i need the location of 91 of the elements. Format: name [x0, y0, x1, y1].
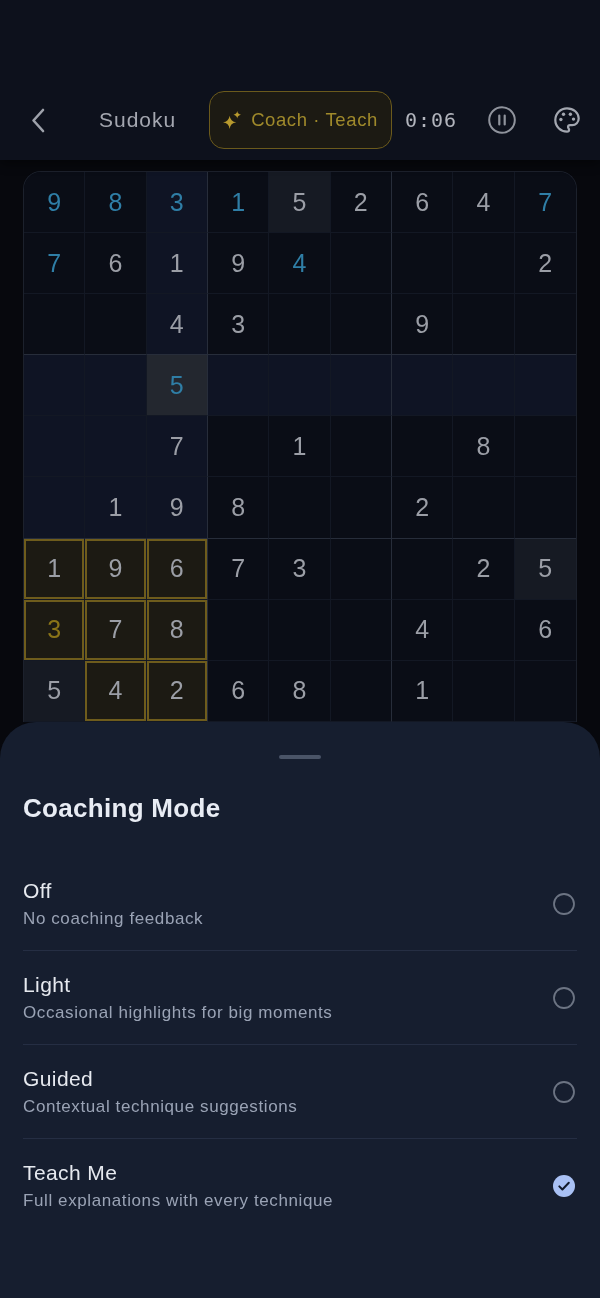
sudoku-cell[interactable]: 9 — [392, 294, 454, 356]
sudoku-cell[interactable] — [208, 416, 270, 478]
sudoku-cell[interactable] — [392, 416, 454, 478]
sudoku-cell[interactable]: 5 — [514, 538, 576, 600]
back-icon[interactable] — [31, 107, 45, 133]
sudoku-cell[interactable] — [269, 477, 331, 539]
sudoku-cell[interactable] — [330, 660, 392, 722]
sudoku-cell[interactable]: 6 — [208, 660, 270, 722]
sudoku-cell[interactable] — [453, 660, 515, 722]
coach-mode-button[interactable]: Coach · Teach — [209, 91, 392, 149]
option-description: No coaching feedback — [23, 907, 204, 930]
sudoku-cell[interactable]: 9 — [146, 477, 208, 539]
sudoku-cell[interactable]: 6 — [392, 172, 454, 234]
sparkles-icon — [223, 111, 242, 129]
sudoku-cell[interactable] — [453, 477, 515, 539]
sudoku-cell[interactable]: 4 — [269, 233, 331, 295]
sudoku-cell[interactable]: 1 — [85, 477, 147, 539]
sudoku-cell[interactable] — [24, 477, 86, 539]
sudoku-cell[interactable]: 1 — [208, 172, 270, 234]
sudoku-cell[interactable]: 4 — [453, 172, 515, 234]
screen-title: Sudoku — [99, 108, 177, 132]
sudoku-cell[interactable]: 4 — [146, 294, 208, 356]
sudoku-cell[interactable] — [453, 294, 515, 356]
sudoku-cell[interactable]: 9 — [85, 538, 147, 600]
sudoku-cell[interactable] — [330, 599, 392, 661]
sudoku-cell[interactable]: 4 — [85, 660, 147, 722]
sudoku-cell[interactable] — [208, 355, 270, 417]
sudoku-cell[interactable] — [85, 355, 147, 417]
sudoku-cell[interactable] — [269, 355, 331, 417]
sudoku-cell[interactable] — [330, 233, 392, 295]
sudoku-cell[interactable]: 7 — [24, 233, 86, 295]
sudoku-cell[interactable] — [24, 416, 86, 478]
game-timer: 0:06 — [405, 108, 458, 132]
pause-icon[interactable] — [488, 106, 516, 134]
sudoku-cell[interactable] — [24, 294, 86, 356]
sudoku-cell[interactable]: 7 — [208, 538, 270, 600]
sudoku-cell[interactable] — [330, 538, 392, 600]
option-title[interactable]: Guided — [23, 1065, 94, 1092]
sudoku-cell[interactable] — [85, 294, 147, 356]
sudoku-cell[interactable] — [330, 416, 392, 478]
sudoku-cell[interactable] — [330, 294, 392, 356]
sudoku-cell[interactable] — [453, 355, 515, 417]
option-description: Contextual technique suggestions — [23, 1095, 298, 1118]
sudoku-cell[interactable]: 8 — [453, 416, 515, 478]
drag-handle[interactable] — [279, 754, 321, 759]
sudoku-cell[interactable]: 2 — [392, 477, 454, 539]
sudoku-cell[interactable] — [392, 355, 454, 417]
sudoku-cell[interactable]: 3 — [146, 172, 208, 234]
sudoku-cell[interactable]: 7 — [85, 599, 147, 661]
option-description: Occasional highlights for big moments — [23, 1001, 333, 1024]
sudoku-cell[interactable]: 8 — [208, 477, 270, 539]
option-title[interactable]: Teach Me — [23, 1159, 118, 1186]
sudoku-cell[interactable]: 1 — [24, 538, 86, 600]
sudoku-cell[interactable]: 1 — [269, 416, 331, 478]
sudoku-cell[interactable]: 7 — [514, 172, 576, 234]
radio-unchecked-icon[interactable] — [553, 986, 575, 1009]
sudoku-cell[interactable] — [208, 599, 270, 661]
radio-unchecked-icon[interactable] — [553, 892, 575, 915]
palette-icon[interactable] — [554, 107, 580, 133]
sudoku-cell[interactable] — [24, 355, 86, 417]
option-title[interactable]: Off — [23, 877, 52, 904]
sudoku-cell[interactable]: 2 — [146, 660, 208, 722]
sudoku-cell[interactable]: 7 — [146, 416, 208, 478]
sudoku-cell[interactable]: 8 — [269, 660, 331, 722]
sudoku-cell[interactable]: 3 — [269, 538, 331, 600]
sudoku-cell[interactable]: 1 — [392, 660, 454, 722]
sudoku-cell[interactable]: 6 — [85, 233, 147, 295]
option-title[interactable]: Light — [23, 971, 71, 998]
sudoku-cell[interactable]: 9 — [208, 233, 270, 295]
sudoku-cell[interactable]: 3 — [24, 599, 86, 661]
sudoku-cell[interactable] — [330, 477, 392, 539]
sudoku-cell[interactable]: 6 — [146, 538, 208, 600]
sudoku-cell[interactable] — [392, 538, 454, 600]
sudoku-cell[interactable]: 1 — [146, 233, 208, 295]
sudoku-cell[interactable] — [330, 355, 392, 417]
sheet-title: Coaching Mode — [23, 792, 222, 823]
option-description: Full explanations with every technique — [23, 1189, 334, 1212]
sudoku-cell[interactable]: 2 — [453, 538, 515, 600]
sudoku-cell[interactable]: 9 — [24, 172, 86, 234]
sudoku-cell[interactable] — [392, 233, 454, 295]
radio-unchecked-icon[interactable] — [553, 1080, 575, 1103]
sudoku-cell[interactable]: 3 — [208, 294, 270, 356]
sudoku-cell[interactable]: 5 — [269, 172, 331, 234]
sudoku-cell[interactable]: 2 — [330, 172, 392, 234]
radio-checked-icon[interactable] — [553, 1174, 575, 1197]
sudoku-cell[interactable] — [514, 355, 576, 417]
sudoku-cell[interactable]: 8 — [85, 172, 147, 234]
sudoku-cell[interactable]: 4 — [392, 599, 454, 661]
sudoku-cell[interactable] — [269, 294, 331, 356]
sudoku-cell[interactable]: 5 — [24, 660, 86, 722]
sudoku-cell[interactable]: 8 — [146, 599, 208, 661]
